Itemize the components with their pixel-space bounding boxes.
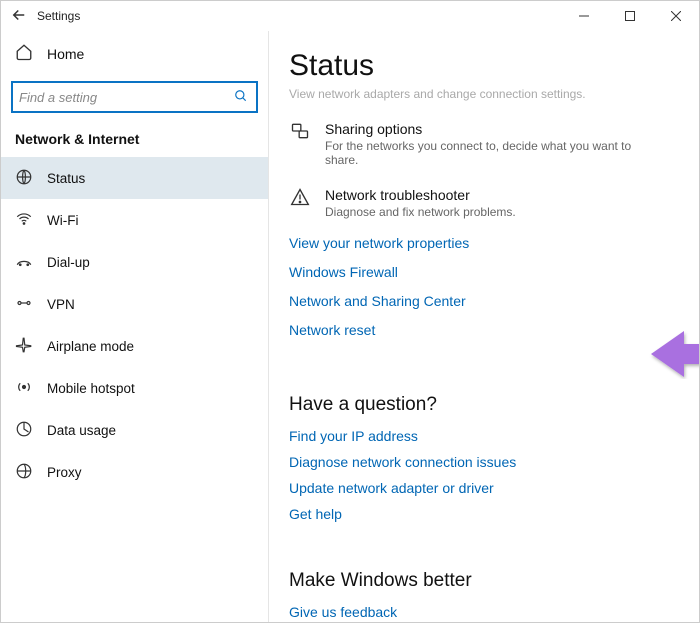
hotspot-icon: [15, 378, 33, 399]
section-sharing-options[interactable]: Sharing options For the networks you conn…: [289, 121, 679, 167]
back-button[interactable]: [1, 6, 37, 27]
nav-item-label: Airplane mode: [47, 339, 134, 354]
nav-item-data-usage[interactable]: Data usage: [1, 409, 268, 451]
section-sub: Diagnose and fix network problems.: [325, 205, 516, 219]
link-view-your-network-properties[interactable]: View your network properties: [289, 235, 679, 251]
globe-icon: [15, 168, 33, 189]
sharing-icon: [289, 121, 311, 167]
help-link-get-help[interactable]: Get help: [289, 506, 679, 522]
link-network-reset[interactable]: Network reset: [289, 322, 679, 338]
nav-item-dial-up[interactable]: Dial-up: [1, 241, 268, 283]
home-label: Home: [47, 46, 84, 62]
nav-item-airplane-mode[interactable]: Airplane mode: [1, 325, 268, 367]
section-sub: For the networks you connect to, decide …: [325, 139, 665, 167]
airplane-icon: [15, 336, 33, 357]
nav-item-mobile-hotspot[interactable]: Mobile hotspot: [1, 367, 268, 409]
window-controls: [561, 1, 699, 31]
help-link-find-your-ip-address[interactable]: Find your IP address: [289, 428, 679, 444]
link-network-and-sharing-center[interactable]: Network and Sharing Center: [289, 293, 679, 309]
home-icon: [15, 43, 33, 65]
page-title: Status: [289, 49, 679, 83]
nav-item-label: VPN: [47, 297, 75, 312]
titlebar: Settings: [1, 1, 699, 31]
section-heading: Sharing options: [325, 121, 665, 137]
dialup-icon: [15, 252, 33, 273]
section-heading: Network troubleshooter: [325, 187, 516, 203]
sidebar: Home Network & Internet Status Wi-Fi Dial-…: [1, 31, 269, 622]
link-windows-firewall[interactable]: Windows Firewall: [289, 264, 679, 280]
help-link-update-network-adapter-or-driver[interactable]: Update network adapter or driver: [289, 480, 679, 496]
help-link-diagnose-network-connection-issues[interactable]: Diagnose network connection issues: [289, 454, 679, 470]
section-network-troubleshooter[interactable]: Network troubleshooter Diagnose and fix n…: [289, 187, 679, 219]
datausage-icon: [15, 420, 33, 441]
search-input[interactable]: [19, 90, 234, 105]
nav-group-label: Network & Internet: [1, 113, 268, 157]
close-button[interactable]: [653, 1, 699, 31]
maximize-button[interactable]: [607, 1, 653, 31]
nav-item-status[interactable]: Status: [1, 157, 268, 199]
app-title: Settings: [37, 9, 80, 23]
question-heading: Have a question?: [289, 394, 679, 416]
nav-item-wi-fi[interactable]: Wi-Fi: [1, 199, 268, 241]
home-nav[interactable]: Home: [1, 31, 268, 77]
troubleshoot-icon: [289, 187, 311, 219]
nav-item-label: Proxy: [47, 465, 82, 480]
main-content: Status View network adapters and change …: [269, 31, 699, 622]
proxy-icon: [15, 462, 33, 483]
wifi-icon: [15, 210, 33, 231]
nav-item-label: Status: [47, 171, 85, 186]
nav-item-label: Data usage: [47, 423, 116, 438]
feedback-link-give-us-feedback[interactable]: Give us feedback: [289, 604, 679, 620]
nav-list: Status Wi-Fi Dial-up VPN Airplane mode Mobile…: [1, 157, 268, 493]
vpn-icon: [15, 294, 33, 315]
search-icon: [234, 89, 248, 106]
nav-item-proxy[interactable]: Proxy: [1, 451, 268, 493]
better-heading: Make Windows better: [289, 570, 679, 592]
nav-item-label: Wi-Fi: [47, 213, 78, 228]
nav-item-vpn[interactable]: VPN: [1, 283, 268, 325]
nav-item-label: Mobile hotspot: [47, 381, 135, 396]
faded-description: View network adapters and change connect…: [289, 87, 679, 101]
search-box[interactable]: [11, 81, 258, 113]
minimize-button[interactable]: [561, 1, 607, 31]
nav-item-label: Dial-up: [47, 255, 90, 270]
